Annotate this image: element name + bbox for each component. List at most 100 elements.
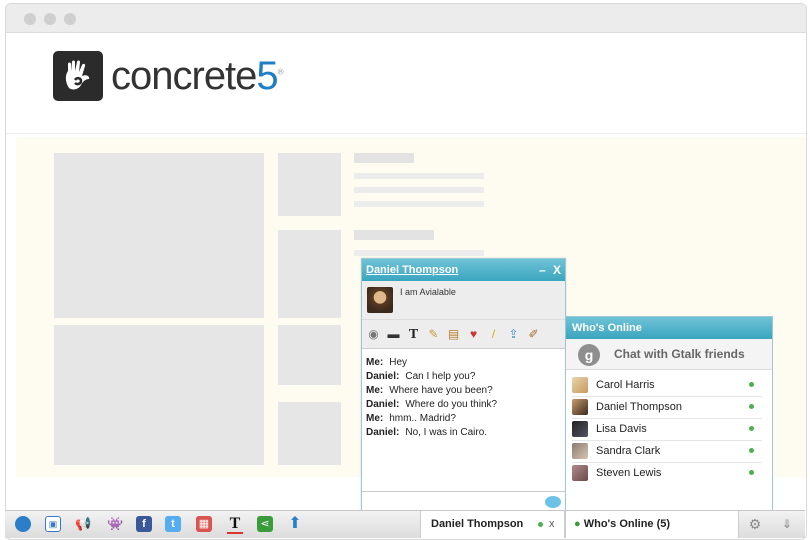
whos-online-title[interactable]: Who's Online [566, 317, 772, 339]
chat-header: Daniel Thompson – X [362, 259, 565, 281]
chat-tab-close-button[interactable]: x [549, 511, 555, 538]
content-placeholder-line [354, 187, 484, 193]
friend-item[interactable]: Daniel Thompson [572, 397, 762, 417]
chat-contact-name[interactable]: Daniel Thompson [366, 264, 458, 276]
chat-window: Daniel Thompson – X I am Avialable ◉ ▬ T… [361, 258, 566, 515]
chat-message: Me: hmm.. Madrid? [366, 413, 561, 425]
content-placeholder-heading [354, 153, 414, 163]
gtalk-label: Chat with Gtalk friends [614, 347, 745, 361]
friend-item[interactable]: Lisa Davis [572, 419, 762, 439]
chat-window-controls: – X [539, 259, 561, 281]
webcam-icon[interactable]: ◉ [366, 327, 381, 342]
message-text: Where do you think? [405, 399, 498, 410]
contact-status-message: I am Avialable [400, 287, 456, 297]
chat-bubble-icon[interactable] [545, 496, 561, 508]
browser-titlebar [6, 4, 806, 33]
online-status-dot [749, 382, 754, 387]
online-status-dot [749, 426, 754, 431]
screen-share-icon[interactable]: ▬ [386, 327, 401, 342]
friend-name: Carol Harris [596, 379, 655, 391]
friend-item[interactable]: Carol Harris [572, 375, 762, 395]
globe-icon[interactable] [15, 516, 31, 532]
window-close-dot[interactable] [24, 13, 36, 25]
friend-name: Lisa Davis [596, 423, 647, 435]
content-placeholder-line [354, 250, 484, 256]
friend-avatar [572, 465, 588, 481]
online-status-dot [749, 448, 754, 453]
chat-message: Daniel: Can I help you? [366, 371, 561, 383]
whos-online-tab-label: Who's Online (5) [583, 518, 671, 530]
chat-toolbar: ◉ ▬ T ✎ ▤ ♥ / ⇪ ✐ [362, 320, 565, 349]
whos-online-panel: Who's Online g Chat with Gtalk friends C… [565, 316, 773, 515]
logo-wordmark: concrete5® [111, 53, 284, 99]
content-placeholder-thumb [278, 230, 341, 318]
cards-icon[interactable]: ♥ [466, 327, 481, 342]
facebook-icon[interactable]: f [136, 516, 152, 532]
arrow-up-icon[interactable]: ⬆ [287, 516, 303, 532]
message-text: Can I help you? [405, 371, 476, 382]
note-icon[interactable]: ✎ [426, 327, 441, 342]
window-icon[interactable]: ▣ [45, 516, 61, 532]
megaphone-icon[interactable]: 📢 [75, 516, 91, 532]
online-status-dot [749, 404, 754, 409]
clipboard-icon[interactable]: ▤ [446, 327, 461, 342]
twitter-icon[interactable]: t [165, 516, 181, 532]
chat-messages: Me: Hey Daniel: Can I help you? Me: Where h… [362, 349, 565, 489]
message-sender: Daniel: [366, 371, 400, 382]
site-header: concrete5® [6, 33, 806, 134]
message-text: Hey [389, 357, 408, 368]
window-minimize-dot[interactable] [44, 13, 56, 25]
logo-text: concrete [111, 53, 257, 98]
online-status-dot [538, 522, 543, 527]
friend-item[interactable]: Steven Lewis [572, 463, 762, 483]
chat-message: Me: Where have you been? [366, 385, 561, 397]
text-format-icon[interactable]: T [406, 327, 421, 342]
gtalk-icon: g [578, 344, 600, 366]
message-text: No, I was in Cairo. [405, 427, 488, 438]
concrete5-logo[interactable]: concrete5® [53, 51, 284, 101]
window-maximize-dot[interactable] [64, 13, 76, 25]
user-status-icon: ● [574, 518, 581, 530]
chat-profile: I am Avialable [362, 281, 565, 320]
calendar-icon[interactable]: ▦ [196, 516, 212, 532]
message-sender: Daniel: [366, 427, 400, 438]
friend-name: Sandra Clark [596, 445, 661, 457]
clear-brush-icon[interactable]: ✐ [526, 327, 541, 342]
chat-tab[interactable]: Daniel Thompson x [420, 511, 565, 538]
hand-logo-icon [53, 51, 103, 101]
online-status-dot [749, 470, 754, 475]
space-invader-icon[interactable]: 👾 [107, 516, 123, 532]
gtalk-button[interactable]: g Chat with Gtalk friends [566, 339, 772, 370]
friend-avatar [572, 421, 588, 437]
gear-icon[interactable]: ⚙ [747, 516, 763, 532]
message-text: hmm.. Madrid? [389, 413, 456, 424]
message-sender: Me: [366, 385, 384, 396]
chat-close-button[interactable]: X [553, 263, 561, 277]
text-tool-icon[interactable]: T [227, 516, 243, 534]
logo-trademark: ® [277, 67, 284, 77]
friend-avatar [572, 443, 588, 459]
content-placeholder-thumb [278, 402, 341, 465]
contact-avatar [367, 287, 393, 313]
share-icon[interactable]: ⋖ [257, 516, 273, 532]
collapse-icon[interactable]: ⇓ [779, 516, 795, 532]
content-placeholder-image [54, 325, 264, 465]
friend-item[interactable]: Sandra Clark [572, 441, 762, 461]
logo-digit: 5 [256, 53, 278, 98]
chat-minimize-button[interactable]: – [539, 263, 546, 277]
message-text: Where have you been? [389, 385, 493, 396]
friend-avatar [572, 399, 588, 415]
bottom-taskbar: ▣ 📢 👾 f t ▦ T ⋖ ⬆ Daniel Thompson x ● Wh… [5, 510, 805, 538]
content-placeholder-thumb [278, 325, 341, 385]
message-sender: Me: [366, 413, 384, 424]
upload-icon[interactable]: ⇪ [506, 327, 521, 342]
content-placeholder-line [354, 173, 484, 179]
message-sender: Me: [366, 357, 384, 368]
friend-name: Daniel Thompson [596, 401, 683, 413]
chat-tab-name: Daniel Thompson [431, 518, 524, 530]
whos-online-tab[interactable]: ● Who's Online (5) [565, 511, 739, 538]
friend-avatar [572, 377, 588, 393]
chat-message: Me: Hey [366, 357, 561, 369]
pencil-icon[interactable]: / [486, 327, 501, 342]
chat-message: Daniel: No, I was in Cairo. [366, 427, 561, 439]
